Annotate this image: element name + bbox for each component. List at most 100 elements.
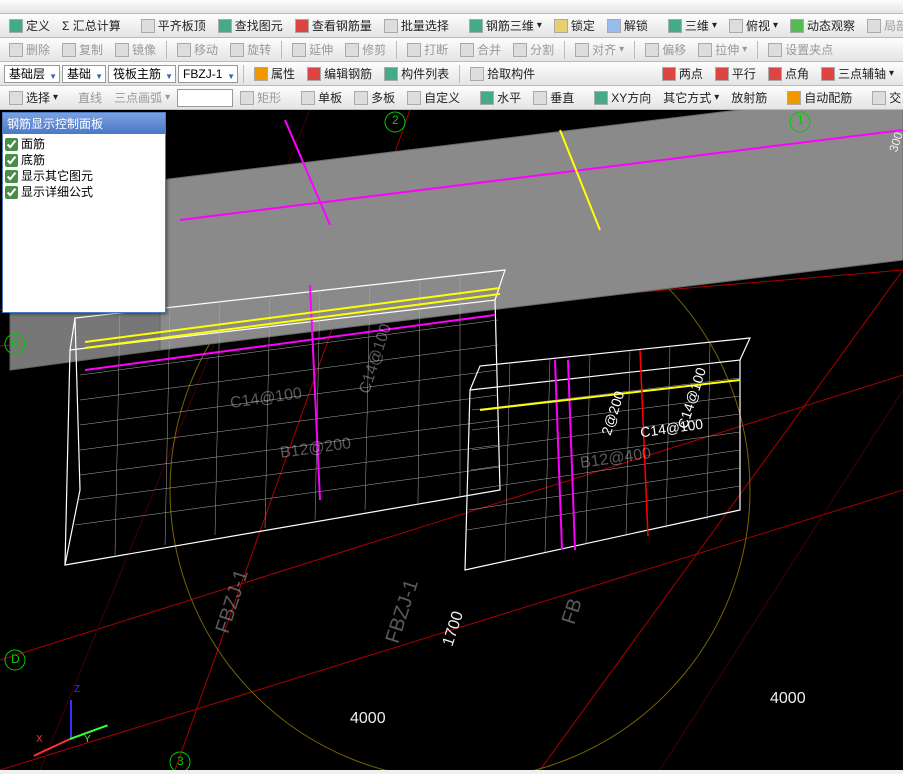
local-icon (867, 19, 881, 33)
chk-bottom-rebar[interactable]: 底筋 (5, 152, 163, 168)
swap-button[interactable]: 交 (867, 87, 903, 108)
level-button[interactable]: 平齐板顶 (136, 15, 211, 36)
grid-bubble-3: 3 (177, 754, 184, 768)
ptangle-icon (768, 67, 782, 81)
horiz-icon (480, 91, 494, 105)
pointer-icon (9, 91, 23, 105)
align-button[interactable]: 对齐▾ (570, 39, 629, 60)
parallel-button[interactable]: 平行 (710, 63, 761, 84)
grid-bubble-c: C (11, 336, 20, 350)
view-rebar-button[interactable]: 查看钢筋量 (290, 15, 377, 36)
rotate-button[interactable]: 旋转 (225, 39, 276, 60)
custom-button[interactable]: 自定义 (402, 87, 465, 108)
lock-icon (554, 19, 568, 33)
member-list-button[interactable]: 构件列表 (379, 63, 454, 84)
rebar-display-panel[interactable]: 钢筋显示控制面板 面筋 底筋 显示其它图元 显示详细公式 (2, 112, 166, 313)
batch-select-button[interactable]: 批量选择 (379, 15, 454, 36)
other-button[interactable]: 其它方式▾ (658, 87, 724, 108)
threed-icon (668, 19, 682, 33)
mirror-icon (115, 43, 129, 57)
move-button[interactable]: 移动 (172, 39, 223, 60)
attr-icon (254, 67, 268, 81)
rect-button[interactable]: 矩形 (235, 87, 286, 108)
lock-button[interactable]: 锁定 (549, 15, 600, 36)
stretch-button[interactable]: 拉伸▾ (693, 39, 752, 60)
xy-button[interactable]: XY方向 (589, 87, 656, 108)
pick-member-button[interactable]: 拾取构件 (465, 63, 540, 84)
single-button[interactable]: 单板 (296, 87, 347, 108)
break-button[interactable]: 打断 (402, 39, 453, 60)
auto-button[interactable]: 自动配筋 (782, 87, 857, 108)
three-pt-axis-button[interactable]: 三点辅轴▾ (816, 63, 899, 84)
grip-icon (768, 43, 782, 57)
type-select[interactable]: 筏板主筋 (108, 65, 176, 83)
multi-icon (354, 91, 368, 105)
copy-button[interactable]: 复制 (57, 39, 108, 60)
radial-button[interactable]: 放射筋 (726, 87, 772, 108)
arc-input[interactable] (177, 89, 233, 107)
extend-button[interactable]: 延伸 (287, 39, 338, 60)
grid-bubble-d: D (11, 652, 20, 666)
floor-select[interactable]: 基础层 (4, 65, 60, 83)
break-icon (407, 43, 421, 57)
rebar-3d-button[interactable]: 钢筋三维▾ (464, 15, 547, 36)
persp-button[interactable]: 俯视▾ (724, 15, 783, 36)
category-select[interactable]: 基础 (62, 65, 106, 83)
swap-icon (872, 91, 886, 105)
rebar-icon (295, 19, 309, 33)
threed-button[interactable]: 三维▾ (663, 15, 722, 36)
flag-icon (9, 19, 23, 33)
vert-button[interactable]: 垂直 (528, 87, 579, 108)
trim-button[interactable]: 修剪 (340, 39, 391, 60)
horiz-button[interactable]: 水平 (475, 87, 526, 108)
align-icon (575, 43, 589, 57)
orbit-icon (790, 19, 804, 33)
pick-icon (470, 67, 484, 81)
split-button[interactable]: 分割 (508, 39, 559, 60)
attr-button[interactable]: 属性 (249, 63, 300, 84)
dim-4000-a: 4000 (350, 710, 386, 728)
cube-icon (469, 19, 483, 33)
local3d-button[interactable]: 局部三维 (862, 15, 903, 36)
multi-button[interactable]: 多板 (349, 87, 400, 108)
copy-icon (62, 43, 76, 57)
viewport-3d[interactable]: 2 1 A C D 3 FBZJ-1 FBZJ-1 FB C14@100 C14… (0, 110, 903, 770)
parallel-icon (715, 67, 729, 81)
chk-top-rebar[interactable]: 面筋 (5, 136, 163, 152)
define-button[interactable]: 定义 (4, 15, 55, 36)
two-pt-button[interactable]: 两点 (657, 63, 708, 84)
split-icon (513, 43, 527, 57)
name-select[interactable]: FBZJ-1 (178, 65, 238, 83)
sum-button[interactable]: Σ 汇总计算 (57, 15, 126, 36)
setgrip-button[interactable]: 设置夹点 (763, 39, 838, 60)
chk-show-formula[interactable]: 显示详细公式 (5, 184, 163, 200)
unlock-button[interactable]: 解锁 (602, 15, 653, 36)
line-button[interactable]: 直线 (73, 87, 107, 108)
dim-4000-b: 4000 (770, 690, 806, 708)
arc3-button[interactable]: 三点画弧▾ (109, 87, 175, 108)
edit-rebar-button[interactable]: 编辑钢筋 (302, 63, 377, 84)
delete-button[interactable]: 删除 (4, 39, 55, 60)
pt-angle-button[interactable]: 点角 (763, 63, 814, 84)
xy-icon (594, 91, 608, 105)
threept-icon (821, 67, 835, 81)
offset-icon (645, 43, 659, 57)
merge-button[interactable]: 合并 (455, 39, 506, 60)
panel-title[interactable]: 钢筋显示控制面板 (3, 113, 165, 134)
custom-icon (407, 91, 421, 105)
dynobs-button[interactable]: 动态观察 (785, 15, 860, 36)
stretch-icon (698, 43, 712, 57)
vert-icon (533, 91, 547, 105)
level-icon (141, 19, 155, 33)
mirror-button[interactable]: 镜像 (110, 39, 161, 60)
delete-icon (9, 43, 23, 57)
editrebar-icon (307, 67, 321, 81)
find-button[interactable]: 查找图元 (213, 15, 288, 36)
draw-toolbar: 选择▾ 直线 三点画弧▾ 矩形 单板 多板 自定义 水平 垂直 XY方向 其它方… (0, 86, 903, 110)
grid-bubble-2: 2 (392, 113, 399, 127)
rotate-icon (230, 43, 244, 57)
unlock-icon (607, 19, 621, 33)
chk-show-others[interactable]: 显示其它图元 (5, 168, 163, 184)
offset-button[interactable]: 偏移 (640, 39, 691, 60)
select-button[interactable]: 选择▾ (4, 87, 63, 108)
